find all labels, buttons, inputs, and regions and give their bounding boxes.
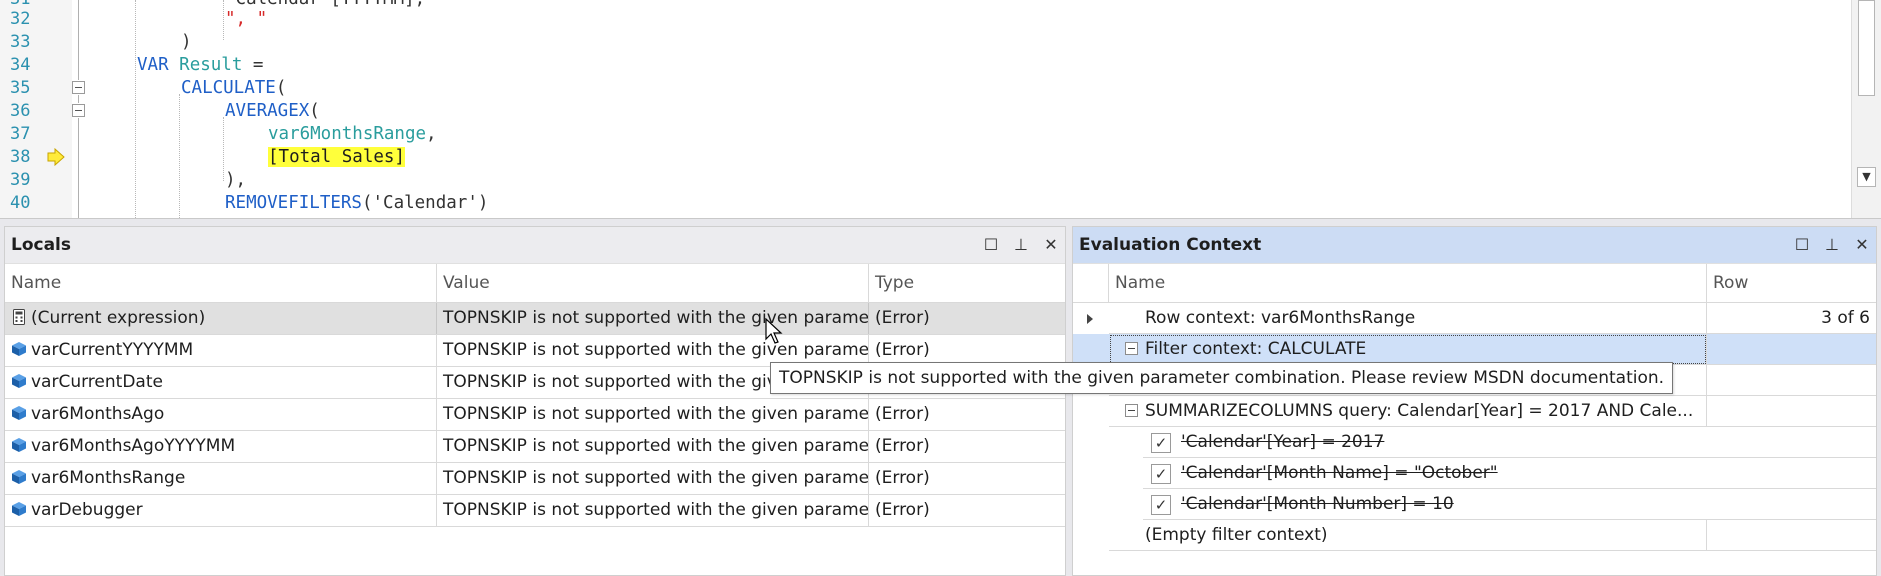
code-line: var6MonthsRange, [268, 124, 437, 144]
local-name: varDebugger [31, 500, 143, 520]
local-value: TOPNSKIP is not supported with the given… [437, 463, 869, 494]
local-name: (Current expression) [31, 308, 206, 328]
pin-icon[interactable]: ⊥ [1824, 227, 1840, 263]
column-header-row[interactable]: Row [1707, 264, 1876, 302]
line-number: 35 [10, 78, 31, 98]
locals-row[interactable]: var6MonthsAgo TOPNSKIP is not supported … [5, 399, 1065, 431]
row-context-name: Row context: var6MonthsRange [1109, 303, 1707, 334]
column-header-name[interactable]: Name [5, 264, 437, 302]
row-context-row[interactable]: Row context: var6MonthsRange 3 of 6 [1073, 303, 1876, 334]
filter-item-row[interactable]: 'Calendar'[Year] = 2017 ✓ [1073, 427, 1876, 458]
maximize-icon[interactable]: ☐ [983, 227, 999, 263]
local-type: (Error) [875, 468, 930, 488]
code-line: CALCULATE( [181, 78, 287, 98]
code-editor[interactable]: 31 32 33 34 35 36 37 38 39 40 'Calendar'… [0, 0, 1881, 219]
close-icon[interactable]: ✕ [1854, 227, 1870, 263]
locals-row[interactable]: var6MonthsAgoYYYYMM TOPNSKIP is not supp… [5, 431, 1065, 463]
code-line: ", " [225, 9, 268, 29]
code-line: ), [225, 170, 247, 190]
panel-title: Locals [11, 235, 72, 255]
current-statement-arrow-icon [47, 148, 65, 166]
code-line: AVERAGEX( [225, 101, 320, 121]
collapse-icon[interactable] [1125, 342, 1138, 355]
line-number: 40 [10, 193, 31, 213]
filter-context-name: Filter context: CALCULATE [1109, 334, 1707, 365]
editor-vertical-scrollbar[interactable]: ▼ [1851, 0, 1881, 218]
evaluation-context-header: Evaluation Context ☐ ⊥ ✕ [1073, 227, 1876, 263]
filter-checkbox[interactable]: ✓ [1151, 495, 1171, 515]
locals-row[interactable]: (Current expression) TOPNSKIP is not sup… [5, 303, 1065, 335]
close-icon[interactable]: ✕ [1043, 227, 1059, 263]
local-type: (Error) [875, 404, 930, 424]
pin-icon[interactable]: ⊥ [1013, 227, 1029, 263]
filter-expression: 'Calendar'[Month Number] = 10 [1181, 494, 1454, 514]
line-number: 36 [10, 101, 31, 121]
filter-expression: 'Calendar'[Year] = 2017 [1181, 432, 1385, 452]
local-value: TOPNSKIP is not supported with the given… [437, 399, 869, 430]
line-number: 33 [10, 32, 31, 52]
evaluation-context-panel: Evaluation Context ☐ ⊥ ✕ Name Row Row co… [1072, 226, 1877, 576]
variable-cube-icon [12, 374, 26, 388]
local-name: var6MonthsRange [31, 468, 186, 488]
filter-item-row[interactable]: 'Calendar'[Month Number] = 10 ✓ [1073, 489, 1876, 520]
local-name: varCurrentDate [31, 372, 163, 392]
local-type: (Error) [875, 500, 930, 520]
local-value: TOPNSKIP is not supported with the given… [437, 431, 869, 462]
local-name: var6MonthsAgoYYYYMM [31, 436, 236, 456]
local-name: var6MonthsAgo [31, 404, 165, 424]
local-name: varCurrentYYYYMM [31, 340, 194, 360]
line-number: 37 [10, 124, 31, 144]
line-number: 32 [10, 9, 31, 29]
summarizecolumns-query: SUMMARIZECOLUMNS query: Calendar[Year] =… [1109, 396, 1707, 427]
locals-row[interactable]: varDebugger TOPNSKIP is not supported wi… [5, 495, 1065, 527]
variable-cube-icon [12, 502, 26, 516]
locals-grid-header: Name Value Type [5, 263, 1065, 303]
calculator-icon [13, 309, 25, 325]
code-line: REMOVEFILTERS('Calendar') [225, 193, 489, 213]
evalctx-grid-header: Name Row [1073, 263, 1876, 303]
local-type: (Error) [875, 308, 930, 328]
empty-filter-context-row[interactable]: (Empty filter context) [1073, 520, 1876, 551]
local-value: TOPNSKIP is not supported with the given… [437, 303, 869, 334]
variable-cube-icon [12, 470, 26, 484]
filter-expression: 'Calendar'[Month Name] = "October" [1181, 463, 1498, 483]
code-area[interactable]: 'Calendar'[YYYYMM], ", " ) VAR Result = … [72, 0, 1852, 218]
locals-row[interactable]: var6MonthsRange TOPNSKIP is not supporte… [5, 463, 1065, 495]
filter-checkbox[interactable]: ✓ [1151, 433, 1171, 453]
row-context-position: 3 of 6 [1707, 303, 1876, 334]
maximize-icon[interactable]: ☐ [1794, 227, 1810, 263]
column-header-name[interactable]: Name [1109, 264, 1707, 302]
filter-item-row[interactable]: 'Calendar'[Month Name] = "October" ✓ [1073, 458, 1876, 489]
scroll-down-icon[interactable]: ▼ [1857, 167, 1876, 187]
line-number: 39 [10, 170, 31, 190]
empty-filter-context: (Empty filter context) [1109, 520, 1707, 551]
filter-checkbox[interactable]: ✓ [1151, 464, 1171, 484]
line-number: 34 [10, 55, 31, 75]
local-value: TOPNSKIP is not supported with the given… [437, 495, 869, 526]
filter-context-row[interactable]: Filter context: CALCULATE [1073, 334, 1876, 365]
code-line: ) [181, 32, 192, 52]
line-number: 38 [10, 147, 31, 167]
summarizecolumns-row[interactable]: SUMMARIZECOLUMNS query: Calendar[Year] =… [1073, 396, 1876, 427]
expand-arrow-icon[interactable] [1087, 314, 1093, 324]
locals-panel: Locals ☐ ⊥ ✕ Name Value Type (Current ex… [4, 226, 1066, 576]
column-header-type[interactable]: Type [869, 264, 1065, 302]
mouse-cursor-icon [765, 318, 783, 344]
code-line-current: [Total Sales] [268, 146, 405, 169]
local-type: (Error) [875, 436, 930, 456]
variable-cube-icon [12, 342, 26, 356]
code-line: VAR Result = [137, 55, 264, 75]
current-statement-highlight: [Total Sales] [268, 147, 405, 167]
variable-cube-icon [12, 406, 26, 420]
panel-title: Evaluation Context [1079, 235, 1262, 255]
error-tooltip: TOPNSKIP is not supported with the given… [770, 362, 1674, 394]
variable-cube-icon [12, 438, 26, 452]
locals-panel-header: Locals ☐ ⊥ ✕ [5, 227, 1065, 263]
scrollbar-thumb[interactable] [1858, 0, 1875, 96]
column-header-value[interactable]: Value [437, 264, 869, 302]
line-number-gutter: 31 32 33 34 35 36 37 38 39 40 [0, 0, 72, 218]
